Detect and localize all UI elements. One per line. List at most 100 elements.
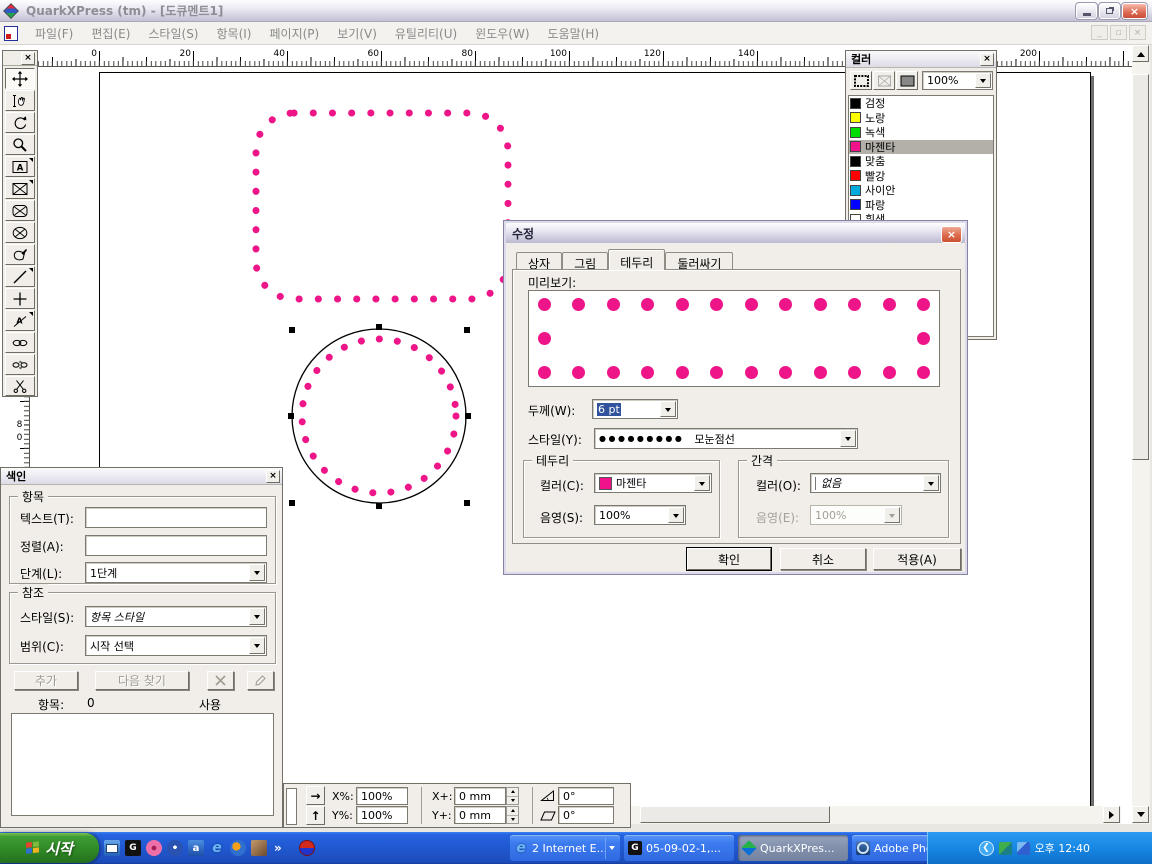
delete-entry-button[interactable]	[207, 671, 234, 690]
dropdown-button[interactable]	[660, 401, 676, 417]
shade-percent-combo[interactable]: 100%	[922, 71, 993, 90]
modify-dialog-titlebar[interactable]: 수정 ×	[506, 223, 965, 243]
color-list-item[interactable]: 사이안	[849, 183, 993, 198]
dropdown-button[interactable]	[249, 608, 265, 625]
menu-item[interactable]: 파일(F)	[26, 23, 82, 44]
selection-handle[interactable]	[376, 503, 382, 509]
y-offset-input[interactable]: 0 mm	[454, 806, 506, 824]
rectangle-picture-box-tool-button[interactable]	[5, 178, 35, 199]
step-down-icon[interactable]	[507, 797, 518, 805]
color-list-item[interactable]: 빨강	[849, 169, 993, 184]
scroll-down-button[interactable]	[1132, 806, 1149, 823]
dropdown-button[interactable]	[249, 564, 265, 581]
orthogonal-line-tool-button[interactable]	[5, 288, 35, 309]
step-up-icon[interactable]	[507, 807, 518, 816]
dialog-tab[interactable]: 그림	[562, 252, 608, 270]
outlook-express-icon[interactable]	[104, 840, 120, 856]
media-player-icon[interactable]	[230, 840, 246, 856]
mdi-minimize-button[interactable]: _	[1091, 25, 1108, 40]
selection-handle[interactable]	[465, 413, 471, 419]
taskbar-task-button[interactable]: QuarkXPres...	[738, 835, 848, 861]
scissors-tool-button[interactable]	[5, 376, 35, 396]
dialog-tab[interactable]: 테두리	[608, 249, 665, 270]
colors-palette-titlebar[interactable]: 컬러 ×	[846, 51, 996, 68]
taskbar-task-button[interactable]: 05-09-02-1,...	[624, 835, 734, 861]
rotate-tool-button[interactable]	[5, 112, 35, 133]
apply-button[interactable]: 적용(A)	[873, 548, 961, 570]
dropdown-button[interactable]	[975, 73, 991, 88]
cancel-button[interactable]: 취소	[780, 548, 866, 570]
menu-item[interactable]: 보기(V)	[328, 23, 386, 44]
start-button[interactable]: 시작	[0, 833, 99, 863]
oval-picture-box-tool-button[interactable]	[5, 222, 35, 243]
scroll-right-button[interactable]	[1103, 806, 1120, 823]
step-down-icon[interactable]	[507, 816, 518, 824]
scope-combo[interactable]: 시작 선택	[85, 635, 267, 656]
y-offset-stepper[interactable]	[506, 806, 519, 824]
dialog-tab[interactable]: 둘러싸기	[665, 252, 733, 270]
style-combo[interactable]: 항목 스타일	[85, 606, 267, 627]
dropdown-button[interactable]	[884, 507, 900, 523]
dropdown-button[interactable]	[694, 475, 710, 491]
index-entries-list[interactable]	[11, 713, 274, 816]
vertical-scrollbar[interactable]	[1132, 45, 1150, 824]
color-list-item[interactable]: 파랑	[849, 198, 993, 213]
text-box-tool-button[interactable]: A	[5, 156, 35, 177]
frame-shade-combo[interactable]: 100%	[594, 505, 686, 525]
dropdown-button[interactable]	[923, 475, 939, 491]
zoom-tool-button[interactable]	[5, 134, 35, 155]
rotation-input[interactable]: 0°	[558, 787, 614, 805]
ok-button[interactable]: 확인	[687, 548, 771, 570]
selection-handle[interactable]	[376, 324, 382, 330]
internet-explorer-icon[interactable]	[209, 840, 225, 856]
link-tool-button[interactable]	[5, 332, 35, 353]
dropdown-button[interactable]	[668, 507, 684, 523]
unlink-tool-button[interactable]	[5, 354, 35, 375]
tray-collapse-chevron-icon[interactable]: ❮	[979, 841, 994, 856]
x-scale-input[interactable]: 100%	[356, 787, 408, 805]
color-list-item[interactable]: 맞춤	[849, 154, 993, 169]
contents-mode-button[interactable]	[873, 71, 895, 90]
dialog-tab[interactable]: 상자	[516, 252, 562, 270]
skew-input[interactable]: 0°	[558, 806, 614, 824]
mdi-restore-button[interactable]: ▫	[1110, 25, 1127, 40]
style-combo[interactable]: ●●●●●●●●● 모눈점선	[594, 428, 858, 449]
taskbar-task-button[interactable]: 2 Internet E...	[510, 835, 620, 861]
close-button[interactable]: ×	[1122, 3, 1147, 19]
tool-palette-header[interactable]: ×	[3, 51, 37, 66]
flower-app-icon[interactable]	[146, 840, 162, 856]
task-group-dropdown[interactable]	[605, 837, 618, 859]
flip-vertical-button[interactable]: ↑	[306, 806, 325, 825]
menu-item[interactable]: 도움말(H)	[539, 23, 609, 44]
x-offset-input[interactable]: 0 mm	[454, 787, 506, 805]
menu-item[interactable]: 페이지(P)	[260, 23, 328, 44]
text-app-icon[interactable]	[188, 840, 204, 856]
sort-as-input[interactable]	[85, 535, 267, 556]
frame-mode-button[interactable]	[850, 71, 872, 90]
close-icon[interactable]: ×	[266, 470, 280, 483]
selection-handle[interactable]	[464, 500, 470, 506]
windows-update-icon[interactable]	[1017, 842, 1030, 855]
gap-shade-combo[interactable]: 100%	[810, 505, 902, 525]
gap-color-combo[interactable]: 없음	[810, 473, 941, 493]
close-icon[interactable]: ×	[980, 53, 994, 66]
step-up-icon[interactable]	[507, 788, 518, 797]
korean-ime-icon[interactable]	[299, 840, 315, 856]
color-list-item[interactable]: 검정	[849, 96, 993, 111]
horizontal-scroll-thumb[interactable]	[640, 806, 830, 823]
item-tool-button[interactable]	[5, 68, 35, 89]
flip-horizontal-button[interactable]: →	[306, 786, 325, 805]
menu-item[interactable]: 유틸리티(U)	[386, 23, 466, 44]
mdi-close-button[interactable]: ×	[1129, 25, 1146, 40]
photo-app-icon[interactable]	[251, 840, 267, 856]
rounded-picture-box-tool-button[interactable]	[5, 200, 35, 221]
y-scale-input[interactable]: 100%	[356, 806, 408, 824]
line-tool-button[interactable]	[5, 266, 35, 287]
restore-button[interactable]	[1099, 3, 1120, 19]
text-input[interactable]	[85, 507, 267, 528]
dropdown-button[interactable]	[249, 637, 265, 654]
width-combo[interactable]: 6 pt	[592, 399, 678, 419]
dropdown-button[interactable]	[840, 430, 856, 447]
scroll-up-button[interactable]	[1132, 45, 1149, 62]
shade-mode-button[interactable]	[896, 71, 918, 90]
